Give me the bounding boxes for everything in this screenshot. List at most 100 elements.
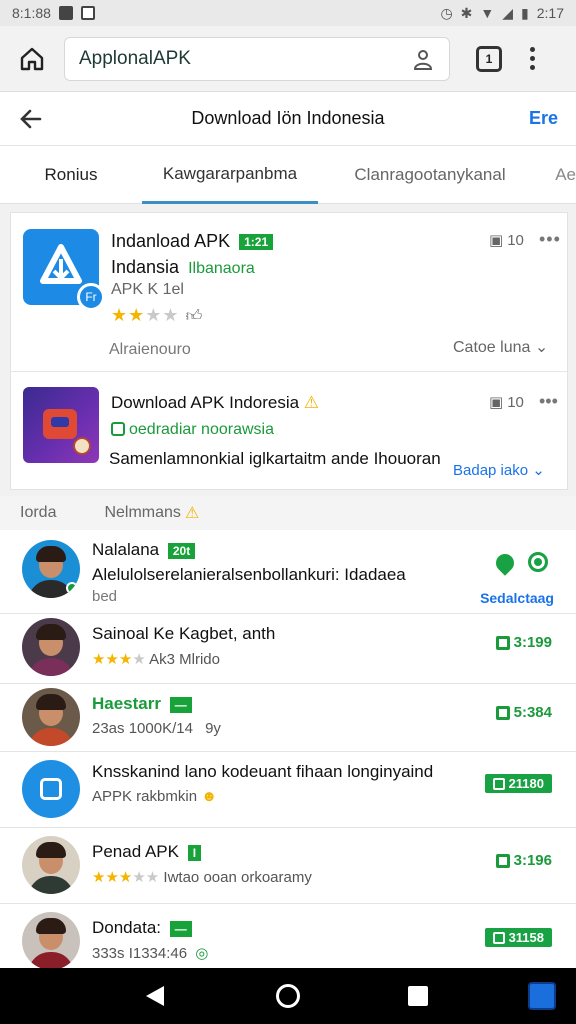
- list-item-tag: —: [169, 920, 192, 937]
- list-item-sub-row: ★★★★★ Iwtao ooan orkoaramy: [92, 869, 312, 886]
- list-item[interactable]: Sainoal Ke Kagbet, anth ★★★★ Ak3 Mlrido …: [0, 614, 576, 684]
- gear-icon[interactable]: [528, 552, 548, 572]
- list-item-count-value: 3:196: [513, 852, 552, 869]
- app-1-version: APK K 1el: [111, 281, 184, 298]
- thumb-icon: ▣: [489, 394, 504, 411]
- back-arrow-icon[interactable]: [18, 106, 44, 132]
- app-1-meta: Alraienouro: [109, 341, 191, 358]
- app-2-title-row[interactable]: Download APK Indoresia ⚠: [111, 393, 319, 413]
- tab-3[interactable]: Clanragootanykanal: [318, 146, 542, 204]
- list-item-sub: APPK rakbmkin: [92, 788, 198, 805]
- app-icon-2[interactable]: [23, 387, 99, 463]
- section-filter: Iorda Nelmmans ⚠: [0, 496, 576, 530]
- list-item-sub: 23as 1000K/14: [92, 720, 193, 737]
- warning-icon: ⚠: [303, 393, 320, 412]
- app-1-more-icon[interactable]: •••: [539, 229, 561, 250]
- app-1-count[interactable]: ▣ 10: [489, 231, 524, 250]
- bluetooth-icon: ✱: [460, 4, 473, 21]
- list-item[interactable]: Haestarr — 23as 1000K/14 9y 5:384: [0, 684, 576, 752]
- app-1-subtitle: Indansia: [111, 257, 180, 277]
- download-icon: [495, 635, 510, 650]
- list-item[interactable]: Dondata: — 333s I1334:46 ◎ 31158: [0, 904, 576, 968]
- wifi-icon: ▼: [480, 5, 495, 21]
- tab-4[interactable]: Ae: [542, 146, 576, 204]
- kebab-icon[interactable]: [530, 47, 535, 70]
- list-item-title-row: Penad APK I: [92, 842, 202, 862]
- avatar: [22, 618, 80, 676]
- avatar: [22, 836, 80, 894]
- list-item-sub-row: 333s I1334:46 ◎: [92, 944, 208, 962]
- app-1-tag: 1:21: [239, 234, 274, 251]
- list-item[interactable]: Penad APK I ★★★★★ Iwtao ooan orkoaramy 3…: [0, 828, 576, 904]
- app-2-more-icon[interactable]: •••: [539, 391, 558, 412]
- home-button[interactable]: [14, 41, 50, 77]
- download-icon: [495, 705, 510, 720]
- app-2-title: Download APK Indoresia: [111, 393, 300, 412]
- tab-1[interactable]: Ronius: [0, 146, 142, 204]
- page-header: Download Iön Indonesia Ere: [0, 92, 576, 146]
- list-item-sub-row: APPK rakbmkin ☻: [92, 788, 217, 805]
- header-action-button[interactable]: Ere: [529, 108, 558, 129]
- signal-icon: ◢: [502, 4, 514, 21]
- app-1-title-row[interactable]: Indanload APK 1:21: [111, 231, 274, 252]
- checkbox-icon: [111, 422, 125, 436]
- thumb-icon: 👍︎: [185, 308, 204, 325]
- list-item-count[interactable]: 31158: [484, 928, 552, 947]
- list-item-tag: 20t: [167, 542, 196, 559]
- star-icon: ★: [111, 305, 129, 325]
- list-item-sub: Iwtao ooan orkoaramy: [163, 869, 312, 886]
- chevron-down-icon: ⌄: [534, 339, 549, 356]
- category-tabs: Ronius Kawgararpanbma Clanragootanykanal…: [0, 146, 576, 204]
- list-item-count-value: 21180: [508, 776, 544, 791]
- home-circle-icon[interactable]: [276, 984, 300, 1008]
- status-bar: 8:1:88 ◷ ✱ ▼ ◢ ▮ 2:17: [0, 0, 576, 26]
- list-item-sub: 333s I1334:46: [92, 945, 188, 962]
- avatar: [22, 760, 80, 818]
- status-time-right: 2:17: [536, 5, 564, 21]
- list-item-action[interactable]: Sedalctaag: [480, 590, 554, 606]
- list-item-extra: 9y: [205, 720, 221, 737]
- pin-icon[interactable]: [492, 550, 518, 576]
- section-label-2[interactable]: Nelmmans: [104, 504, 180, 522]
- app-2-count[interactable]: ▣ 10: [489, 393, 524, 412]
- gear-icon: [73, 437, 91, 455]
- list-item-title: Haestarr: [92, 694, 161, 713]
- app-2-subtitle-row: oedradiar noorawsia: [111, 421, 274, 439]
- list-item-count-value: 5:384: [513, 704, 552, 721]
- url-bar[interactable]: ApplonalAPK: [64, 36, 450, 81]
- list-item-title-row: Dondata: —: [92, 918, 192, 938]
- tabs-icon[interactable]: 1: [476, 45, 502, 72]
- divider: [11, 371, 567, 372]
- app-shortcut-icon[interactable]: [528, 982, 556, 1010]
- system-nav-bar: [0, 968, 576, 1024]
- section-label-1[interactable]: Iorda: [20, 504, 56, 522]
- app-2-description: Samenlamnonkial iglkartaitm ande Ihouora…: [109, 449, 441, 468]
- list-item[interactable]: Knsskanind lano kodeuant fihaan longinya…: [0, 752, 576, 828]
- list-item-count[interactable]: 5:384: [495, 704, 552, 721]
- app-1-title: Indanload APK: [111, 231, 231, 251]
- star-icon: ★: [128, 305, 146, 325]
- list-item-count[interactable]: 3:196: [495, 852, 552, 869]
- app-list: Nalalana 20t Alelulolserelanieralsenboll…: [0, 530, 576, 968]
- back-icon[interactable]: [146, 986, 164, 1006]
- list-item-description: Alelulolserelanieralsenbollankuri: Idada…: [92, 565, 406, 584]
- list-item-count[interactable]: 3:199: [495, 634, 552, 651]
- list-item-title: Nalalana: [92, 540, 160, 559]
- chevron-down-icon: ⌄: [532, 462, 545, 479]
- app-2-action[interactable]: Badap iako ⌄: [453, 461, 545, 479]
- list-item-title-row: Haestarr —: [92, 694, 192, 714]
- tab-2-active[interactable]: Kawgararpanbma: [142, 146, 318, 204]
- list-item-sub-row: 23as 1000K/14 9y: [92, 720, 221, 737]
- recents-icon[interactable]: [408, 986, 428, 1006]
- share-icon[interactable]: [411, 47, 435, 71]
- list-item-count-value: 31158: [508, 930, 544, 945]
- app-1-action-label: Catoe luna: [453, 339, 531, 356]
- list-item-tag: —: [169, 696, 192, 713]
- list-item-count[interactable]: 21180: [484, 774, 552, 793]
- thumb-icon: ▣: [489, 232, 504, 249]
- app-1-action[interactable]: Catoe luna ⌄: [453, 337, 548, 357]
- app-icon-1[interactable]: Fr: [23, 229, 105, 311]
- app-2-action-label: Badap iako: [453, 462, 529, 479]
- url-text: ApplonalAPK: [79, 47, 191, 69]
- list-item[interactable]: Nalalana 20t Alelulolserelanieralsenboll…: [0, 530, 576, 614]
